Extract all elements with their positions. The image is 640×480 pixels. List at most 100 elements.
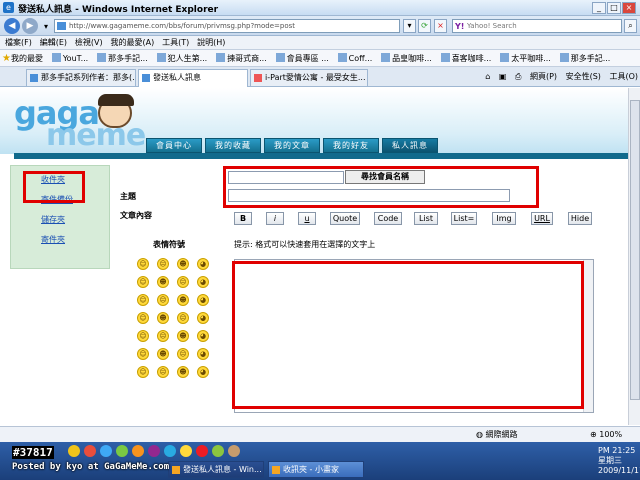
favorite-item[interactable]: 那多手記... <box>97 50 148 66</box>
emoticon-tongue-icon[interactable]: ◕ <box>197 276 209 288</box>
emoticon-cool-icon[interactable]: ☻ <box>157 276 169 288</box>
quicklaunch-icon[interactable] <box>132 445 144 457</box>
emoticon-oops-icon[interactable]: ◕ <box>197 366 209 378</box>
sidebar-item-outbox[interactable]: 寄件夾 <box>41 234 65 245</box>
search-input[interactable]: Y! Yahoo! Search <box>452 19 622 33</box>
emoticon-laugh-icon[interactable]: ◕ <box>197 294 209 306</box>
nav-articles[interactable]: 我的文章 <box>264 138 320 153</box>
menu-edit[interactable]: 編輯(E) <box>40 36 67 50</box>
favorite-item[interactable]: 犯人生第... <box>156 50 207 66</box>
emoticon-blush-icon[interactable]: ☺ <box>137 294 149 306</box>
menu-file[interactable]: 檔案(F) <box>5 36 32 50</box>
quicklaunch-icon[interactable] <box>84 445 96 457</box>
tab-ipart[interactable]: i-Part愛情公寓 - 最受女生... <box>250 69 368 86</box>
bold-button[interactable]: B <box>234 212 252 225</box>
address-input[interactable]: http://www.gagameme.com/bbs/forum/privms… <box>54 19 400 33</box>
tab-private-message[interactable]: 發送私人訊息 <box>138 69 248 87</box>
quote-button[interactable]: Quote <box>330 212 360 225</box>
emoticon-sad-icon[interactable]: ☹ <box>157 258 169 270</box>
sidebar-item-saved[interactable]: 儲存夾 <box>41 214 65 225</box>
list-ordered-button[interactable]: List= <box>451 212 477 225</box>
emoticon-love-icon[interactable]: ☺ <box>137 312 149 324</box>
taskbar-button-ie[interactable]: 發送私人訊息 - Win... <box>168 461 264 478</box>
emoticon-mad-icon[interactable]: ☻ <box>157 312 169 324</box>
emoticon-grin-icon[interactable]: ◕ <box>197 258 209 270</box>
print-icon[interactable]: ⎙ <box>515 72 521 81</box>
quicklaunch-icon[interactable] <box>148 445 160 457</box>
italic-button[interactable]: i <box>266 212 284 225</box>
emoticon-zzz-icon[interactable]: ☹ <box>157 366 169 378</box>
stop-icon[interactable]: × <box>434 19 447 33</box>
textarea-scrollbar[interactable] <box>583 260 593 412</box>
page-menu[interactable]: 網頁(P) <box>530 72 557 81</box>
emoticon-confused-icon[interactable]: ◕ <box>197 312 209 324</box>
search-icon[interactable]: ⌕ <box>624 19 637 33</box>
favorite-item[interactable]: 揀哥式商... <box>216 50 267 66</box>
quicklaunch-icon[interactable] <box>196 445 208 457</box>
menu-help[interactable]: 說明(H) <box>197 36 225 50</box>
nav-private-messages[interactable]: 私人訊息 <box>382 138 438 153</box>
quicklaunch-icon[interactable] <box>180 445 192 457</box>
close-button[interactable]: × <box>622 2 636 14</box>
emoticon-cry-icon[interactable]: ☻ <box>177 294 189 306</box>
emoticon-wink-icon[interactable]: ☻ <box>177 258 189 270</box>
emoticon-surprised-icon[interactable]: ◕ <box>197 330 209 342</box>
favorite-item[interactable]: 太平咖啡... <box>500 50 551 66</box>
quicklaunch-icon[interactable] <box>164 445 176 457</box>
page-scrollbar[interactable] <box>628 88 640 425</box>
emoticon-shy-icon[interactable]: ☻ <box>157 348 169 360</box>
menu-view[interactable]: 檢視(V) <box>75 36 103 50</box>
favorite-item[interactable]: Coff... <box>337 50 372 66</box>
emoticon-yum-icon[interactable]: ☺ <box>137 366 149 378</box>
favorite-item[interactable]: 會員專區 ... <box>275 50 329 66</box>
tab-nado[interactable]: 那多手記系列作者：那多(... <box>26 69 136 86</box>
emoticon-shock-icon[interactable]: ☹ <box>157 294 169 306</box>
history-dropdown-icon[interactable]: ▾ <box>40 21 52 31</box>
emoticon-smile-icon[interactable]: ☺ <box>137 258 149 270</box>
emoticon-sick-icon[interactable]: ☻ <box>177 330 189 342</box>
zoom-control[interactable]: ⊕ 100% <box>590 427 622 442</box>
emoticon-angry-icon[interactable]: ☹ <box>177 276 189 288</box>
safety-menu[interactable]: 安全性(S) <box>566 72 601 81</box>
favorite-item[interactable]: YouT... <box>51 50 88 66</box>
favorite-item[interactable]: 品皇咖啡... <box>381 50 432 66</box>
emoticon-kiss-icon[interactable]: ☹ <box>157 330 169 342</box>
nav-friends[interactable]: 我的好友 <box>323 138 379 153</box>
forward-button[interactable]: ▶ <box>22 18 38 34</box>
nav-member-center[interactable]: 會員中心 <box>146 138 202 153</box>
list-button[interactable]: List <box>414 212 438 225</box>
address-dropdown-icon[interactable]: ▾ <box>403 19 416 33</box>
quicklaunch-icon[interactable] <box>100 445 112 457</box>
img-button[interactable]: Img <box>492 212 516 225</box>
underline-button[interactable]: u <box>298 212 316 225</box>
menu-favorites[interactable]: 我的最愛(A) <box>110 36 154 50</box>
hide-button[interactable]: Hide <box>568 212 592 225</box>
quicklaunch-icon[interactable] <box>116 445 128 457</box>
emoticon-wow-icon[interactable]: ◕ <box>197 348 209 360</box>
favorite-item[interactable]: 那多手記... <box>559 50 610 66</box>
back-button[interactable]: ◀ <box>4 18 20 34</box>
home-icon[interactable]: ⌂ <box>485 72 490 81</box>
tools-menu[interactable]: 工具(O) <box>609 72 638 81</box>
emoticon-ok-icon[interactable]: ☻ <box>177 366 189 378</box>
menu-tools[interactable]: 工具(T) <box>162 36 189 50</box>
emoticon-evil-icon[interactable]: ☺ <box>137 330 149 342</box>
favorite-item[interactable]: 喜客咖啡... <box>440 50 491 66</box>
maximize-button[interactable]: □ <box>607 2 621 14</box>
favicon-icon <box>275 53 285 62</box>
emoticon-sleep-icon[interactable]: ☹ <box>177 312 189 324</box>
scroll-thumb[interactable] <box>630 100 640 400</box>
emoticon-whistle-icon[interactable]: ☹ <box>177 348 189 360</box>
favorites-button[interactable]: ★我的最愛 <box>0 50 43 66</box>
nav-collection[interactable]: 我的收藏 <box>205 138 261 153</box>
quicklaunch-icon[interactable] <box>212 445 224 457</box>
quicklaunch-icon[interactable] <box>228 445 240 457</box>
minimize-button[interactable]: _ <box>592 2 606 14</box>
emoticon-nerd-icon[interactable]: ☺ <box>137 348 149 360</box>
code-button[interactable]: Code <box>374 212 402 225</box>
url-button[interactable]: URL <box>531 212 553 225</box>
emoticon-happy-icon[interactable]: ☺ <box>137 276 149 288</box>
feeds-icon[interactable]: ▣ <box>499 72 507 81</box>
taskbar-button-paint[interactable]: 收訊夾 - 小畫家 <box>268 461 364 478</box>
refresh-icon[interactable]: ⟳ <box>418 19 431 33</box>
